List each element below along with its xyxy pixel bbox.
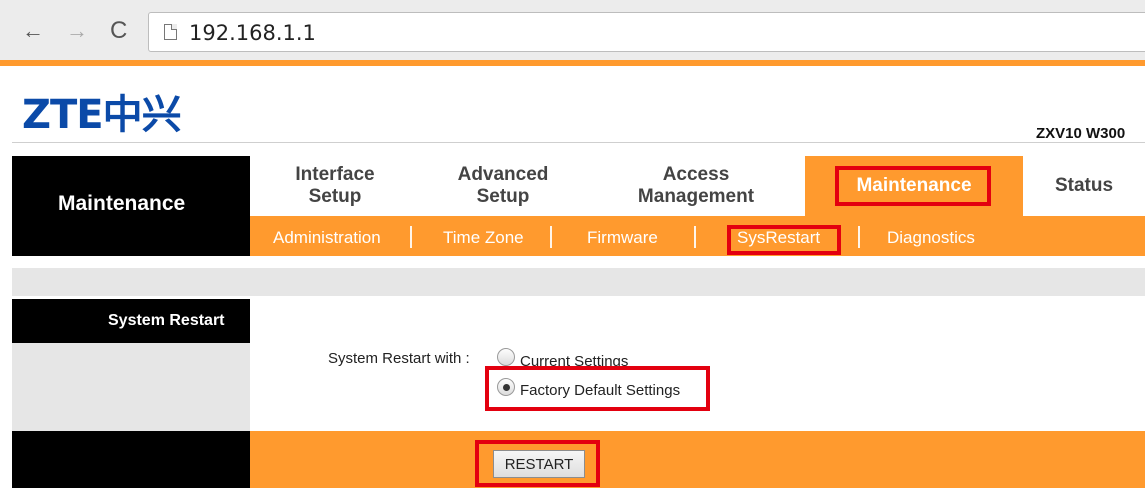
footer-left-panel [12,431,250,488]
top-orange-strip [0,60,1145,66]
url-text[interactable]: 192.168.1.1 [189,21,316,45]
address-bar[interactable]: 192.168.1.1 [148,12,1145,52]
subtab-separator [410,226,412,248]
highlight-sysrestart-subtab [727,225,841,255]
main-tabbar: Interface Setup Advanced Setup Access Manag… [250,156,1145,216]
reload-icon[interactable]: C [110,18,127,44]
tab-status[interactable]: Status [1023,156,1145,216]
sub-navbar: Administration Time Zone Firmware SysRes… [250,216,1145,256]
browser-toolbar: ← → C 192.168.1.1 [0,0,1145,60]
highlight-factory-default [485,366,710,411]
tab-label: Status [1054,175,1114,196]
model-name: ZXV10 W300 [1036,125,1126,142]
subtab-diagnostics[interactable]: Diagnostics [887,228,975,248]
highlight-restart-button [475,440,600,487]
current-section-title: Maintenance [58,192,186,215]
subtab-firmware[interactable]: Firmware [587,228,658,248]
subtab-time-zone[interactable]: Time Zone [443,228,524,248]
subtab-separator [858,226,860,248]
page-icon [164,24,177,40]
subtab-administration[interactable]: Administration [273,228,381,248]
tab-label-line1: Interface [295,164,375,185]
tab-access-management[interactable]: Access Management [586,156,806,216]
content-top-band [12,268,1145,296]
tab-label-line2: Management [637,186,755,207]
tab-advanced-setup[interactable]: Advanced Setup [420,156,586,216]
footer-action-bar [250,431,1145,488]
forward-arrow-icon[interactable]: → [66,18,88,44]
tab-label-line2: Setup [476,186,530,207]
subtab-separator [694,226,696,248]
restart-with-label: System Restart with : [328,350,470,367]
tab-label-line2: Setup [308,186,362,207]
tab-label-line1: Advanced [457,164,549,185]
back-arrow-icon[interactable]: ← [22,18,44,44]
highlight-maintenance-tab [835,166,991,206]
subtab-separator [550,226,552,248]
section-left-panel [12,343,250,431]
tab-interface-setup[interactable]: Interface Setup [250,156,420,216]
tab-label-line1: Access [662,164,730,185]
system-restart-heading: System Restart [108,312,225,329]
zte-logo: ZTE中兴 [22,92,182,138]
header-divider [12,142,1145,143]
current-settings-radio[interactable] [497,348,515,366]
